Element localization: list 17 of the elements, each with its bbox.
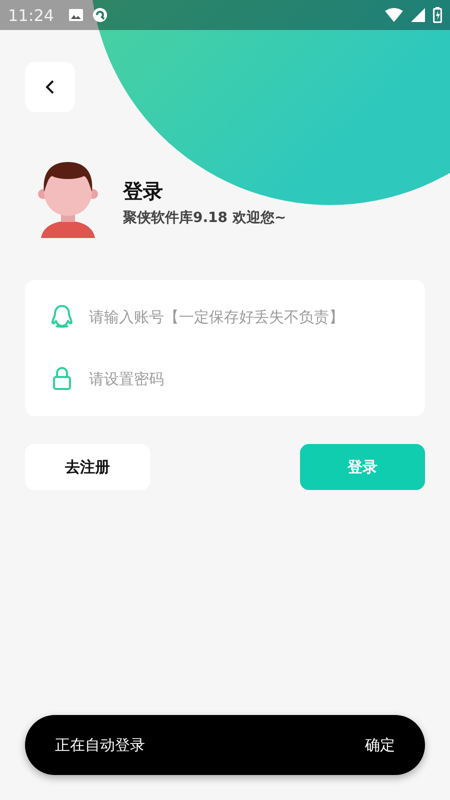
penguin-icon xyxy=(51,304,73,330)
input-field[interactable]: 请设置密码 xyxy=(87,369,411,389)
toast-message: 正在自动登录 xyxy=(55,736,145,754)
back-button[interactable] xyxy=(25,62,75,112)
battery-icon xyxy=(433,7,442,23)
back-icon xyxy=(44,79,56,95)
login-title: 登录 xyxy=(123,178,164,204)
confirm-button[interactable]: 确定 xyxy=(365,736,395,754)
input-field[interactable]: 请输入账号【一定保存好丢失不负责】 xyxy=(87,307,411,327)
register-button[interactable]: 去注册 xyxy=(25,444,150,490)
welcome-text: 聚侠软件库9.18 欢迎您~ xyxy=(123,208,286,226)
status-time: 11:24 xyxy=(8,6,54,24)
lock-icon xyxy=(51,366,73,392)
app-notification-icon xyxy=(92,7,108,23)
image-icon xyxy=(68,8,84,22)
wifi-icon xyxy=(385,8,403,22)
signal-icon xyxy=(411,8,425,22)
